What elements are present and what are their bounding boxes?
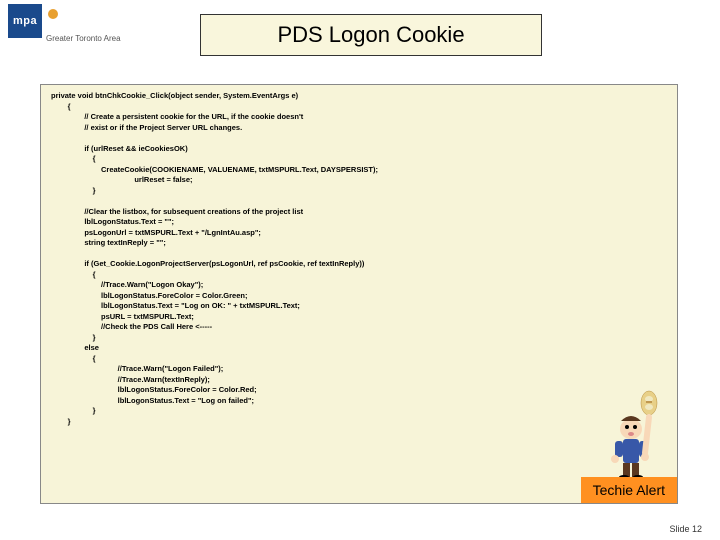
code-line <box>51 133 667 144</box>
code-line: } <box>51 406 667 417</box>
code-line: CreateCookie(COOKIENAME, VALUENAME, txtM… <box>51 165 667 176</box>
slide-header: mpa Greater Toronto Area PDS Logon Cooki… <box>0 0 720 60</box>
cartoon-character-icon <box>601 389 665 479</box>
code-line <box>51 196 667 207</box>
code-line: urlReset = false; <box>51 175 667 186</box>
slide-footer: Slide 12 <box>669 524 702 534</box>
code-line: { <box>51 354 667 365</box>
page-title: PDS Logon Cookie <box>277 22 464 48</box>
org-name: Greater Toronto Area <box>46 34 121 43</box>
code-line: else <box>51 343 667 354</box>
code-line: } <box>51 333 667 344</box>
code-line: if (Get_Cookie.LogonProjectServer(psLogo… <box>51 259 667 270</box>
code-line: { <box>51 102 667 113</box>
code-line: // exist or if the Project Server URL ch… <box>51 123 667 134</box>
code-line: //Trace.Warn(textInReply); <box>51 375 667 386</box>
code-line: lblLogonStatus.Text = "Log on OK: " + tx… <box>51 301 667 312</box>
code-line <box>51 249 667 260</box>
logo-dot-icon <box>48 9 58 19</box>
alert-badge: Techie Alert <box>581 477 677 503</box>
footer-label: Slide <box>669 524 689 534</box>
code-line: //Trace.Warn("Logon Failed"); <box>51 364 667 375</box>
logo-abbrev: mpa <box>13 15 37 27</box>
code-line: //Trace.Warn("Logon Okay"); <box>51 280 667 291</box>
code-line: //Check the PDS Call Here <----- <box>51 322 667 333</box>
code-line: lblLogonStatus.Text = "Log on failed"; <box>51 396 667 407</box>
title-box: PDS Logon Cookie <box>200 14 542 56</box>
code-line: string textInReply = ""; <box>51 238 667 249</box>
code-panel: private void btnChkCookie_Click(object s… <box>40 84 678 504</box>
footer-number: 12 <box>692 524 702 534</box>
code-line: { <box>51 154 667 165</box>
logo-box: mpa <box>8 4 42 38</box>
code-line: //Clear the listbox, for subsequent crea… <box>51 207 667 218</box>
code-line: if (urlReset && ieCookiesOK) <box>51 144 667 155</box>
code-line: { <box>51 270 667 281</box>
code-line: } <box>51 417 667 428</box>
code-line: lblLogonStatus.ForeColor = Color.Green; <box>51 291 667 302</box>
code-line: private void btnChkCookie_Click(object s… <box>51 91 667 102</box>
code-line: psURL = txtMSPURL.Text; <box>51 312 667 323</box>
code-line: } <box>51 186 667 197</box>
code-line: lblLogonStatus.Text = ""; <box>51 217 667 228</box>
code-line: psLogonUrl = txtMSPURL.Text + "/LgnIntAu… <box>51 228 667 239</box>
code-line: // Create a persistent cookie for the UR… <box>51 112 667 123</box>
code-line: lblLogonStatus.ForeColor = Color.Red; <box>51 385 667 396</box>
logo-area: mpa <box>8 4 58 38</box>
